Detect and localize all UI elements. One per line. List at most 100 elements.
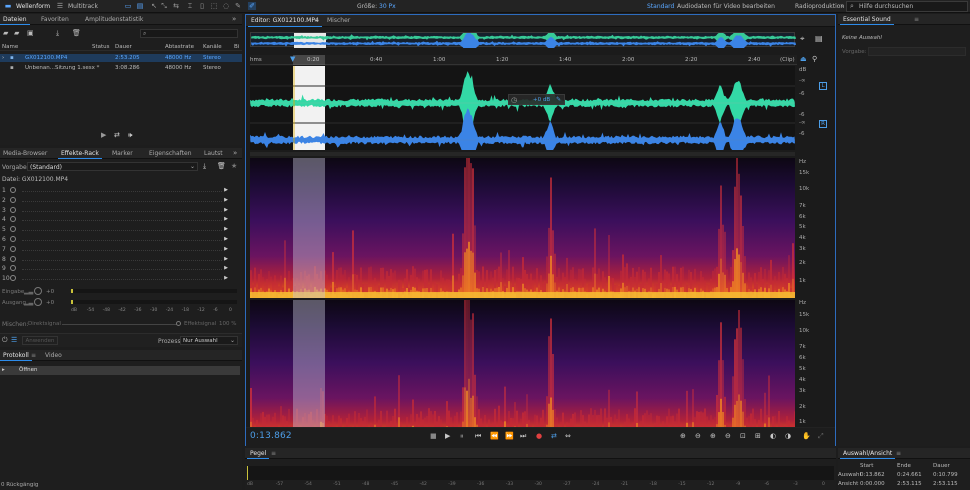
power-icon[interactable]: ⏻ bbox=[2, 336, 8, 345]
effect-slot[interactable]: 3 ▶ bbox=[0, 206, 238, 216]
output-gain-knob[interactable] bbox=[34, 298, 42, 306]
delete-preset-icon[interactable]: 🗑 bbox=[217, 162, 226, 170]
zoom-in-amplitude-icon[interactable]: ⊕ bbox=[680, 432, 686, 440]
effect-slot[interactable]: 1 ▶ bbox=[0, 186, 238, 196]
view-start[interactable]: 0:00.000 bbox=[860, 480, 885, 488]
zoom-in-time-icon[interactable]: ⊕ bbox=[710, 432, 716, 440]
spectral-pitch-icon[interactable]: ▤ bbox=[136, 2, 144, 10]
effect-slot[interactable]: 4 ▶ bbox=[0, 215, 238, 225]
preset-dropdown[interactable]: (Standard) ⌄ bbox=[27, 162, 198, 171]
essential-preset-dropdown[interactable] bbox=[868, 47, 966, 56]
zoom-navigator[interactable] bbox=[250, 32, 796, 48]
move-tool-icon[interactable]: ↖ bbox=[150, 2, 158, 10]
effect-slot[interactable]: 10 ▶ bbox=[0, 274, 238, 284]
effect-menu-arrow-icon[interactable]: ▶ bbox=[224, 206, 228, 215]
panel-menu-icon[interactable]: ≡ bbox=[314, 17, 319, 24]
save-preset-icon[interactable]: ⤓ bbox=[203, 162, 206, 171]
tab-video[interactable]: Video bbox=[42, 350, 65, 361]
volume-icon[interactable]: 🕪 bbox=[128, 131, 132, 140]
spectral-view-icon[interactable]: ▭ bbox=[124, 2, 132, 10]
open-file-icon[interactable]: ▰ bbox=[3, 29, 8, 37]
effect-menu-arrow-icon[interactable]: ▶ bbox=[224, 274, 228, 283]
effect-power-icon[interactable] bbox=[10, 187, 16, 193]
time-ruler[interactable]: hms 0:20 0:40 1:00 1:20 1:40 2:00 2:20 2… bbox=[250, 55, 797, 65]
play-preview-icon[interactable]: ▶ bbox=[101, 131, 106, 139]
col-status[interactable]: Status bbox=[92, 43, 110, 51]
col-channels[interactable]: Kanäle bbox=[203, 43, 222, 51]
panel-menu-icon[interactable]: ≡ bbox=[896, 450, 901, 457]
effect-slot[interactable]: 5 ▶ bbox=[0, 225, 238, 235]
pin-hud-icon[interactable]: ✎ bbox=[556, 96, 561, 103]
slip-tool-icon[interactable]: ⇆ bbox=[172, 2, 180, 10]
zoom-out-time-icon[interactable]: ⊖ bbox=[725, 432, 731, 440]
delete-icon[interactable]: 🗑 bbox=[72, 29, 81, 37]
effect-menu-arrow-icon[interactable]: ▶ bbox=[224, 196, 228, 205]
help-search-input[interactable]: Hilfe durchsuchen bbox=[859, 3, 913, 10]
play-icon[interactable]: ▶ bbox=[445, 432, 450, 440]
effect-slot[interactable]: 7 ▶ bbox=[0, 245, 238, 255]
effect-slot[interactable]: 2 ▶ bbox=[0, 196, 238, 206]
apply-button[interactable]: Anwenden bbox=[22, 336, 58, 345]
record-icon[interactable]: ● bbox=[536, 432, 542, 440]
pin-icon[interactable]: ⚲ bbox=[812, 55, 817, 63]
effect-power-icon[interactable] bbox=[10, 226, 16, 233]
pause-icon[interactable]: ⏸ bbox=[460, 432, 464, 441]
view-end[interactable]: 2:53.115 bbox=[897, 480, 922, 488]
col-samplerate[interactable]: Abtastrate bbox=[165, 43, 194, 51]
effect-power-icon[interactable] bbox=[10, 196, 16, 203]
zoom-in-right-icon[interactable]: ◑ bbox=[785, 432, 791, 440]
zoom-out-full-icon[interactable]: ⊡ bbox=[740, 432, 746, 440]
panel-menu-icon[interactable]: ≡ bbox=[271, 450, 276, 457]
import-file-icon[interactable]: ▰ bbox=[14, 29, 19, 37]
file-row[interactable]: › ▪ GX012100.MP4 2:53.205 48000 Hz Stere… bbox=[0, 54, 242, 62]
zoom-out-amplitude-icon[interactable]: ⊖ bbox=[695, 432, 701, 440]
effect-power-icon[interactable] bbox=[10, 236, 16, 242]
zoom-reset-icon[interactable]: ⤢ bbox=[818, 432, 824, 441]
effect-slot[interactable]: 9 ▶ bbox=[0, 264, 238, 274]
stop-icon[interactable]: ■ bbox=[430, 432, 437, 440]
tab-mixer[interactable]: Mischer bbox=[324, 15, 353, 27]
col-name[interactable]: Name bbox=[2, 43, 18, 51]
fast-forward-icon[interactable]: ⏩ bbox=[505, 432, 514, 440]
effect-power-icon[interactable] bbox=[10, 216, 16, 223]
zoom-navigator-icon[interactable]: ⌖ bbox=[800, 34, 805, 44]
skip-to-start-icon[interactable]: ⏮ bbox=[475, 432, 481, 441]
panel-expand-icon[interactable]: » bbox=[232, 15, 236, 23]
col-bitdepth[interactable]: Bi bbox=[234, 43, 239, 51]
mix-slider[interactable] bbox=[62, 324, 177, 325]
marquee-select-icon[interactable]: ⬚ bbox=[210, 2, 218, 10]
effect-power-icon[interactable] bbox=[10, 275, 16, 282]
panel-menu-icon[interactable]: ≡ bbox=[914, 16, 919, 23]
selection-end[interactable]: 0:24.661 bbox=[897, 471, 922, 479]
panel-expand-icon[interactable]: » bbox=[233, 149, 237, 157]
history-item[interactable]: ▸ Öffnen bbox=[0, 366, 240, 375]
view-duration[interactable]: 2:53.115 bbox=[933, 480, 958, 488]
time-selection-tool-icon[interactable]: ⌶ bbox=[186, 2, 194, 10]
lock-icon[interactable]: ⏏ bbox=[800, 55, 807, 63]
tab-history[interactable]: Protokoll bbox=[0, 350, 32, 361]
channel-right-toggle[interactable]: R bbox=[819, 120, 827, 128]
loop-icon[interactable]: ⇄ bbox=[551, 432, 557, 440]
rewind-icon[interactable]: ⏪ bbox=[490, 432, 499, 440]
skip-selection-icon[interactable]: ⇔ bbox=[565, 432, 571, 440]
zoom-selection-icon[interactable]: ⊞ bbox=[755, 432, 761, 440]
tab-essential-sound[interactable]: Essential Sound bbox=[840, 14, 894, 25]
brush-tool-icon[interactable]: ✎ bbox=[234, 2, 242, 10]
waveform-view-button[interactable]: Wellenform bbox=[16, 2, 50, 11]
tab-levels[interactable]: Pegel bbox=[247, 448, 270, 459]
tab-selection-view[interactable]: Auswahl/Ansicht bbox=[840, 448, 896, 459]
marquee-tool-icon[interactable]: ▯ bbox=[198, 2, 206, 10]
gain-hud[interactable]: ◷ +0 dB ✎ bbox=[508, 94, 565, 105]
overview-selection[interactable] bbox=[294, 33, 326, 48]
insert-into-multitrack-icon[interactable]: ⤓ bbox=[56, 29, 59, 38]
skip-to-end-icon[interactable]: ⏭ bbox=[520, 432, 526, 441]
file-row[interactable]: ▪ Unbenan...Sitzung 1.sesx * 3:08.286 48… bbox=[0, 64, 242, 72]
zoom-in-left-icon[interactable]: ◐ bbox=[770, 432, 776, 440]
panel-menu-icon[interactable]: ≡ bbox=[31, 352, 36, 359]
playhead-marker-icon[interactable]: ▼ bbox=[290, 55, 295, 63]
mix-slider-handle[interactable] bbox=[176, 321, 181, 326]
waveform-display[interactable]: ◷ +0 dB ✎ bbox=[250, 66, 795, 150]
more-workspaces-icon[interactable]: » bbox=[838, 2, 846, 10]
rack-list-icon[interactable]: ☰ bbox=[11, 336, 17, 344]
spectral-selection[interactable] bbox=[293, 300, 325, 440]
